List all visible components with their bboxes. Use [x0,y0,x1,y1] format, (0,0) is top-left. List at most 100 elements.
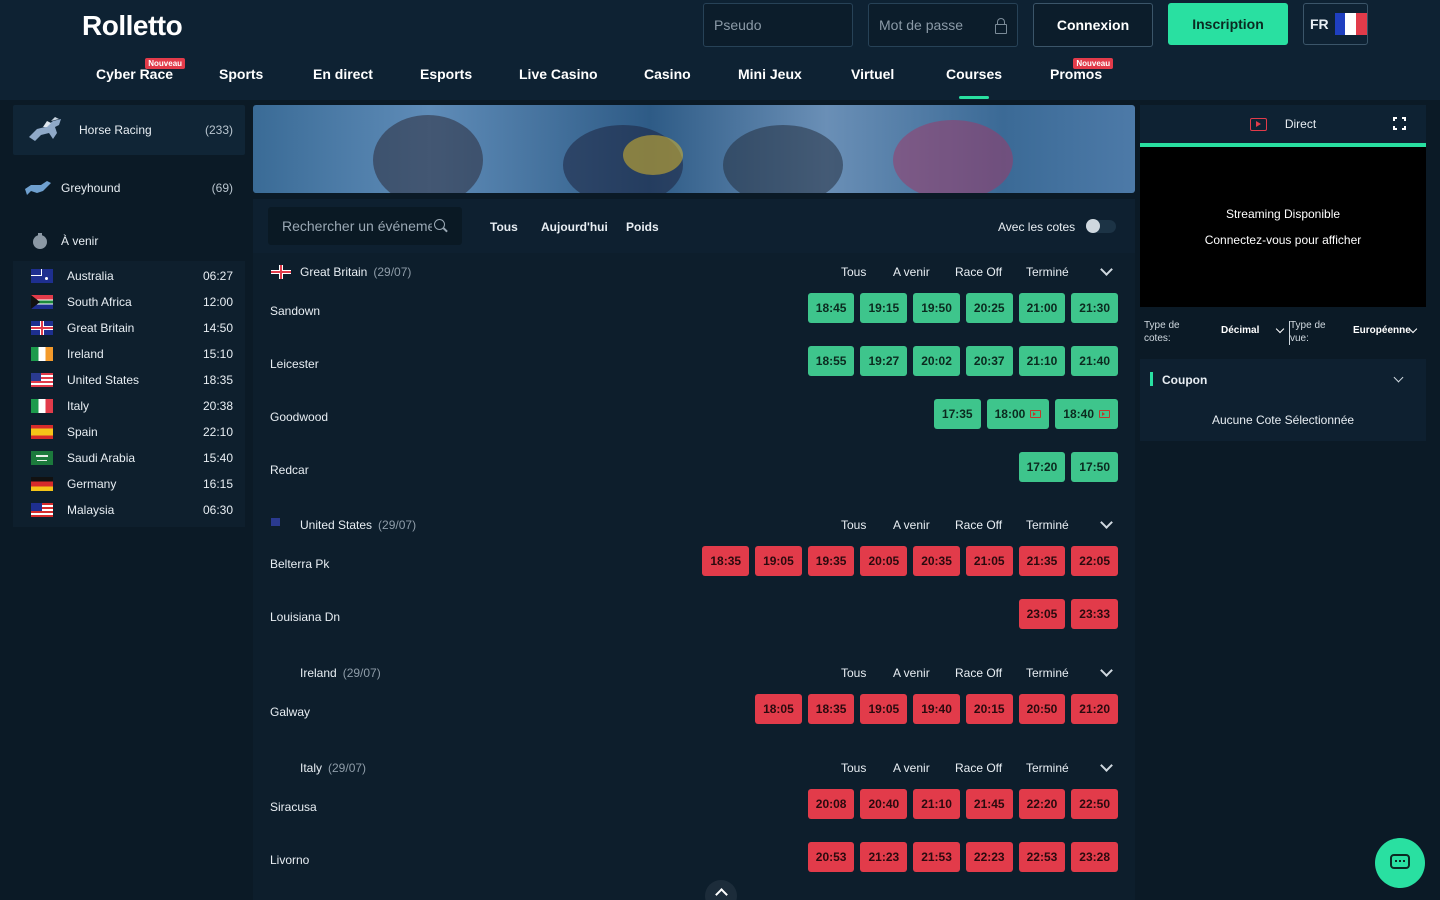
country-item-south-africa[interactable]: South Africa 12:00 [13,289,245,315]
meeting-name[interactable]: Galway [270,705,310,719]
nav-live-casino[interactable]: Live Casino [519,66,598,82]
race-time-button[interactable]: 23:05 [1018,599,1066,629]
sidebar-item-horse-racing[interactable]: Horse Racing (233) [13,105,245,155]
section-tab[interactable]: Terminé [1026,518,1069,532]
country-item-germany[interactable]: Germany 16:15 [13,471,245,497]
chevron-down-icon[interactable] [1275,324,1285,334]
race-time-button[interactable]: 21:10 [913,789,960,819]
race-time-button[interactable]: 23:28 [1071,842,1118,872]
race-time-button[interactable]: 18:55 [807,346,855,376]
race-time-button[interactable]: 17:20 [1018,452,1066,482]
meeting-name[interactable]: Goodwood [270,410,328,424]
race-time-button[interactable]: 23:33 [1071,599,1118,629]
race-time-button[interactable]: 21:45 [965,789,1013,819]
chevron-down-icon[interactable] [1100,759,1113,772]
race-time-button[interactable]: 21:23 [860,842,908,872]
race-time-button[interactable]: 18:00 [986,399,1050,429]
race-time-button[interactable]: 21:53 [913,842,960,872]
race-time-button[interactable]: 20:37 [965,346,1013,376]
country-item-saudi-arabia[interactable]: Saudi Arabia 15:40 [13,445,245,471]
odds-type-select[interactable]: Décimal [1221,325,1259,336]
meeting-name[interactable]: Livorno [270,853,309,867]
event-search[interactable] [268,207,462,245]
race-time-button[interactable]: 19:15 [860,293,908,323]
filter-tab-all[interactable]: Tous [490,220,518,234]
fullscreen-icon[interactable] [1393,117,1406,130]
section-tab[interactable]: A venir [893,518,930,532]
password-field[interactable] [868,3,1018,47]
race-time-button[interactable]: 22:23 [965,842,1013,872]
nav-courses[interactable]: Courses [946,66,1002,82]
race-time-button[interactable]: 19:40 [913,694,960,724]
race-time-button[interactable]: 18:35 [702,546,750,576]
chevron-down-icon[interactable] [1393,372,1404,383]
race-time-button[interactable]: 18:45 [807,293,855,323]
nav-sports[interactable]: Sports [219,66,263,82]
section-tab[interactable]: Tous [841,761,866,775]
race-time-button[interactable]: 21:30 [1071,293,1118,323]
odds-toggle[interactable] [1086,219,1116,233]
meeting-name[interactable]: Belterra Pk [270,557,329,571]
race-time-button[interactable]: 19:05 [860,694,908,724]
section-tab[interactable]: Race Off [955,518,1002,532]
race-time-button[interactable]: 17:35 [933,399,981,429]
race-time-button[interactable]: 20:05 [860,546,908,576]
login-button[interactable]: Connexion [1033,3,1153,47]
race-time-button[interactable]: 20:25 [965,293,1013,323]
race-time-button[interactable]: 19:05 [755,546,802,576]
section-tab[interactable]: A venir [893,666,930,680]
race-time-button[interactable]: 19:27 [860,346,908,376]
race-time-button[interactable]: 18:35 [807,694,855,724]
nav-live[interactable]: En direct [313,66,373,82]
search-icon[interactable] [434,219,448,233]
section-tab[interactable]: Terminé [1026,666,1069,680]
password-input[interactable] [879,17,991,33]
race-time-button[interactable]: 20:08 [807,789,855,819]
country-item-spain[interactable]: Spain 22:10 [13,419,245,445]
nav-cyber-race[interactable]: Cyber Race Nouveau [96,58,186,82]
chat-button[interactable] [1375,838,1425,888]
logo[interactable]: Rolletto [82,10,183,42]
chevron-down-icon[interactable] [1100,664,1113,677]
chevron-down-icon[interactable] [1100,263,1113,276]
section-tab[interactable]: Terminé [1026,761,1069,775]
section-tab[interactable]: Tous [841,518,866,532]
sidebar-item-greyhound[interactable]: Greyhound (69) [13,163,245,213]
section-tab[interactable]: A venir [893,761,930,775]
meeting-name[interactable]: Leicester [270,357,319,371]
section-tab[interactable]: Terminé [1026,265,1069,279]
race-time-button[interactable]: 21:35 [1018,546,1066,576]
nav-promos[interactable]: Promos Nouveau [1050,58,1114,82]
section-tab[interactable]: Race Off [955,666,1002,680]
section-tab[interactable]: Race Off [955,761,1002,775]
race-time-button[interactable]: 21:40 [1071,346,1118,376]
race-time-button[interactable]: 22:20 [1018,789,1066,819]
meeting-name[interactable]: Siracusa [270,800,317,814]
race-time-button[interactable]: 21:05 [965,546,1013,576]
race-time-button[interactable]: 21:20 [1071,694,1118,724]
meeting-name[interactable]: Sandown [270,304,320,318]
register-button[interactable]: Inscription [1168,3,1288,45]
race-time-button[interactable]: 21:00 [1018,293,1066,323]
country-item-italy[interactable]: Italy 20:38 [13,393,245,419]
race-time-button[interactable]: 20:15 [965,694,1013,724]
race-time-button[interactable]: 18:05 [755,694,802,724]
pseudo-field[interactable] [703,3,853,47]
pseudo-input[interactable] [714,17,842,33]
race-time-button[interactable]: 18:40 [1055,399,1118,429]
section-tab[interactable]: Race Off [955,265,1002,279]
country-item-ireland[interactable]: Ireland 15:10 [13,341,245,367]
nav-esports[interactable]: Esports [420,66,472,82]
language-selector[interactable]: FR [1303,3,1368,45]
meeting-name[interactable]: Louisiana Dn [270,610,340,624]
race-time-button[interactable]: 22:50 [1071,789,1118,819]
race-time-button[interactable]: 21:10 [1018,346,1066,376]
race-time-button[interactable]: 20:53 [807,842,855,872]
meeting-name[interactable]: Redcar [270,463,309,477]
country-item-australia[interactable]: Australia 06:27 [13,263,245,289]
section-tab[interactable]: Tous [841,265,866,279]
race-time-button[interactable]: 19:35 [807,546,855,576]
country-item-united-states[interactable]: United States 18:35 [13,367,245,393]
chevron-down-icon[interactable] [1100,516,1113,529]
race-time-button[interactable]: 22:05 [1071,546,1118,576]
